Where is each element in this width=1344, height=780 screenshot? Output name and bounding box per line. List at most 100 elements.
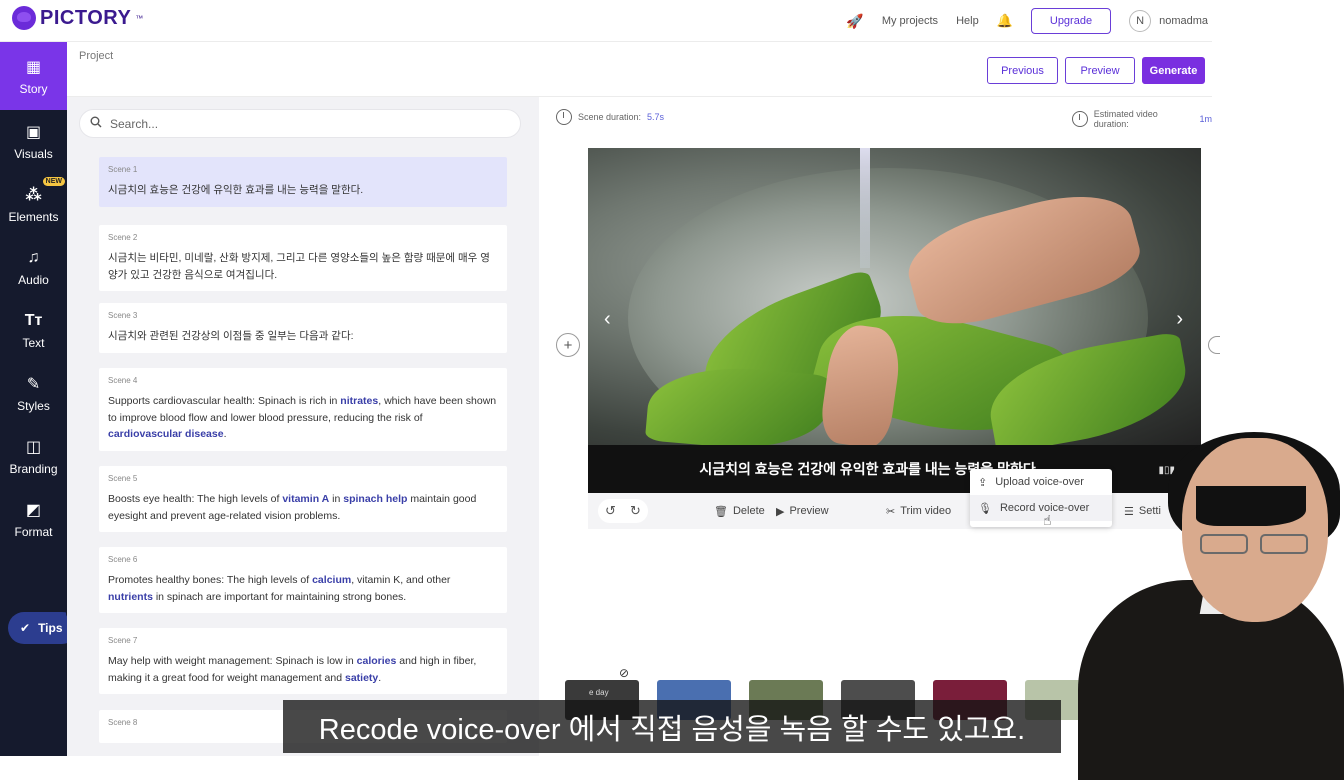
scene-number: Scene 4 <box>108 376 138 385</box>
add-scene-button[interactable]: + <box>556 333 580 357</box>
clock-icon <box>1072 111 1088 127</box>
next-scene-handle[interactable] <box>1208 336 1220 354</box>
eye-off-icon[interactable]: ⊘ <box>619 666 629 680</box>
scissors-icon: ✂ <box>886 505 896 518</box>
check-circle-icon: ✔ <box>20 621 31 635</box>
highlighted-keyword: calories <box>356 655 397 667</box>
bell-icon[interactable]: 🔔 <box>997 13 1013 29</box>
octopus-logo-icon <box>12 6 36 30</box>
help-link[interactable]: Help <box>956 15 979 27</box>
sidebar-item-branding[interactable]: ◫ Branding <box>0 425 67 488</box>
scene-card[interactable]: Scene 4 Supports cardiovascular health: S… <box>99 368 507 451</box>
scene-card[interactable]: Scene 3 시금치와 관련된 건강상의 이점들 중 일부는 다음과 같다: <box>99 303 507 353</box>
scene-number: Scene 6 <box>108 555 138 564</box>
tips-label: Tips <box>38 621 63 635</box>
logo-text: PICTORY <box>40 6 132 29</box>
brush-icon: ✎ <box>26 376 41 393</box>
my-projects-link[interactable]: My projects <box>882 15 938 27</box>
scene-card[interactable]: Scene 2 시금치는 비타민, 미네랄, 산화 방지제, 그리고 다른 영양소… <box>99 225 507 291</box>
microphone-icon: 🎙 <box>978 502 992 515</box>
rocket-icon[interactable]: 🚀 <box>846 13 863 30</box>
scene-text-segment: Boosts eye health: The high levels of <box>108 493 283 505</box>
thumbnail-label: e day <box>589 688 609 697</box>
scene-text-segment: , vitamin K, and other <box>351 574 451 586</box>
music-note-icon: ♫ <box>27 249 40 266</box>
highlighted-keyword: vitamin A <box>282 493 330 505</box>
scene-card[interactable]: Scene 7 May help with weight management: … <box>99 628 507 694</box>
scene-text-segment: May help with weight management: Spinach… <box>108 655 357 667</box>
sidebar-item-story[interactable]: ▦ Story <box>0 42 67 110</box>
chevron-right-icon[interactable]: › <box>1176 308 1183 331</box>
presenter-glasses <box>1200 534 1310 556</box>
trash-icon: 🗑 <box>714 505 728 518</box>
scene-text-segment: in <box>329 493 344 505</box>
scene-card[interactable]: Scene 1 시금치의 효능은 건강에 유익한 효과를 내는 능력을 말한다. <box>99 157 507 207</box>
preview-button[interactable]: Preview <box>1065 57 1135 84</box>
scene-card[interactable]: Scene 5 Boosts eye health: The high level… <box>99 466 507 532</box>
scene-text[interactable]: 시금치의 효능은 건강에 유익한 효과를 내는 능력을 말한다. <box>108 182 498 199</box>
presenter-fringe <box>1196 486 1306 526</box>
new-badge: NEW <box>42 177 65 186</box>
highlighted-keyword: calcium <box>312 574 352 586</box>
scene-text[interactable]: 시금치는 비타민, 미네랄, 산화 방지제, 그리고 다른 영양소들의 높은 함… <box>108 250 498 283</box>
briefcase-icon: ◫ <box>25 439 42 456</box>
avatar[interactable]: N <box>1129 10 1152 32</box>
text-icon: Tт <box>24 312 43 329</box>
scene-text[interactable]: Boosts eye health: The high levels of vi… <box>108 491 498 524</box>
sidebar-item-label: Audio <box>18 273 49 287</box>
username[interactable]: nomadma <box>1159 15 1208 27</box>
search-input[interactable]: Search... <box>110 117 158 131</box>
scene-text[interactable]: Supports cardiovascular health: Spinach … <box>108 393 498 443</box>
estimated-duration: Estimated video duration: 1m <box>1072 109 1212 129</box>
logo-trademark: ™ <box>135 13 144 23</box>
redo-icon[interactable]: ↻ <box>630 503 641 519</box>
estimated-duration-label: Estimated video duration: <box>1093 109 1158 129</box>
scene-preview-button[interactable]: ▶ Preview <box>776 505 829 518</box>
delete-button[interactable]: 🗑 Delete <box>714 505 765 518</box>
scene-text-segment: . <box>378 671 382 684</box>
scene-text[interactable]: May help with weight management: Spinach… <box>108 653 498 686</box>
scene-text[interactable]: 시금치와 관련된 건강상의 이점들 중 일부는 다음과 같다: <box>108 328 498 345</box>
scene-duration: Scene duration: 5.7s <box>556 109 664 125</box>
top-nav: 🚀 My projects Help 🔔 Upgrade N nomadma <box>846 0 1212 42</box>
scene-number: Scene 7 <box>108 636 138 645</box>
highlighted-keyword: satiety <box>344 671 379 684</box>
sidebar-item-label: Text <box>22 336 45 350</box>
search-bar[interactable]: Search... <box>79 109 521 138</box>
sidebar-item-audio[interactable]: ♫ Audio <box>0 236 67 299</box>
sidebar-item-elements[interactable]: ⁂ Elements NEW <box>0 173 67 236</box>
search-icon <box>90 116 102 131</box>
hand-cursor-icon: ☝ <box>1043 512 1052 528</box>
pictory-logo[interactable]: PICTORY ™ <box>12 6 143 30</box>
chevron-left-icon[interactable]: ‹ <box>604 308 611 331</box>
upgrade-button[interactable]: Upgrade <box>1030 8 1112 34</box>
format-icon: ◩ <box>25 502 42 519</box>
sidebar-item-label: Visuals <box>14 147 53 161</box>
sidebar-item-text[interactable]: Tт Text <box>0 299 67 362</box>
sidebar: ▦ Story ▣ Visuals ⁂ Elements NEW ♫ Audio Tт Text ✎ S… <box>0 42 67 756</box>
trim-video-label: Trim video <box>900 505 952 517</box>
project-label: Project <box>79 50 114 62</box>
sidebar-item-visuals[interactable]: ▣ Visuals <box>0 110 67 173</box>
presenter-face <box>1182 438 1328 622</box>
clock-icon <box>556 109 572 125</box>
sidebar-item-format[interactable]: ◩ Format <box>0 488 67 551</box>
sidebar-item-label: Format <box>14 525 53 539</box>
scene-text-segment: Promotes healthy bones: The high levels … <box>108 574 313 586</box>
video-preview[interactable]: ‹ › <box>588 148 1201 445</box>
scene-card[interactable]: Scene 6 Promotes healthy bones: The high … <box>99 547 507 613</box>
scene-number: Scene 1 <box>108 165 138 174</box>
sidebar-item-styles[interactable]: ✎ Styles <box>0 362 67 425</box>
trim-video-button[interactable]: ✂ Trim video <box>886 505 951 518</box>
scenes-panel: Search... Scene 1 시금치의 효능은 건강에 유익한 효과를 내는… <box>67 97 539 756</box>
shapes-icon: ⁂ <box>25 187 42 204</box>
undo-icon[interactable]: ↺ <box>605 503 616 519</box>
top-bar: PICTORY ™ 🚀 My projects Help 🔔 Upgrade N… <box>0 0 1212 42</box>
highlighted-keyword: cardiovascular disease <box>108 428 224 440</box>
previous-button[interactable]: Previous <box>987 57 1058 84</box>
project-header: Project Previous Preview Generate <box>67 42 1212 97</box>
generate-button[interactable]: Generate <box>1142 57 1205 84</box>
scene-number: Scene 5 <box>108 474 138 483</box>
upload-icon: ⇪ <box>978 476 988 489</box>
scene-text[interactable]: Promotes healthy bones: The high levels … <box>108 572 498 605</box>
